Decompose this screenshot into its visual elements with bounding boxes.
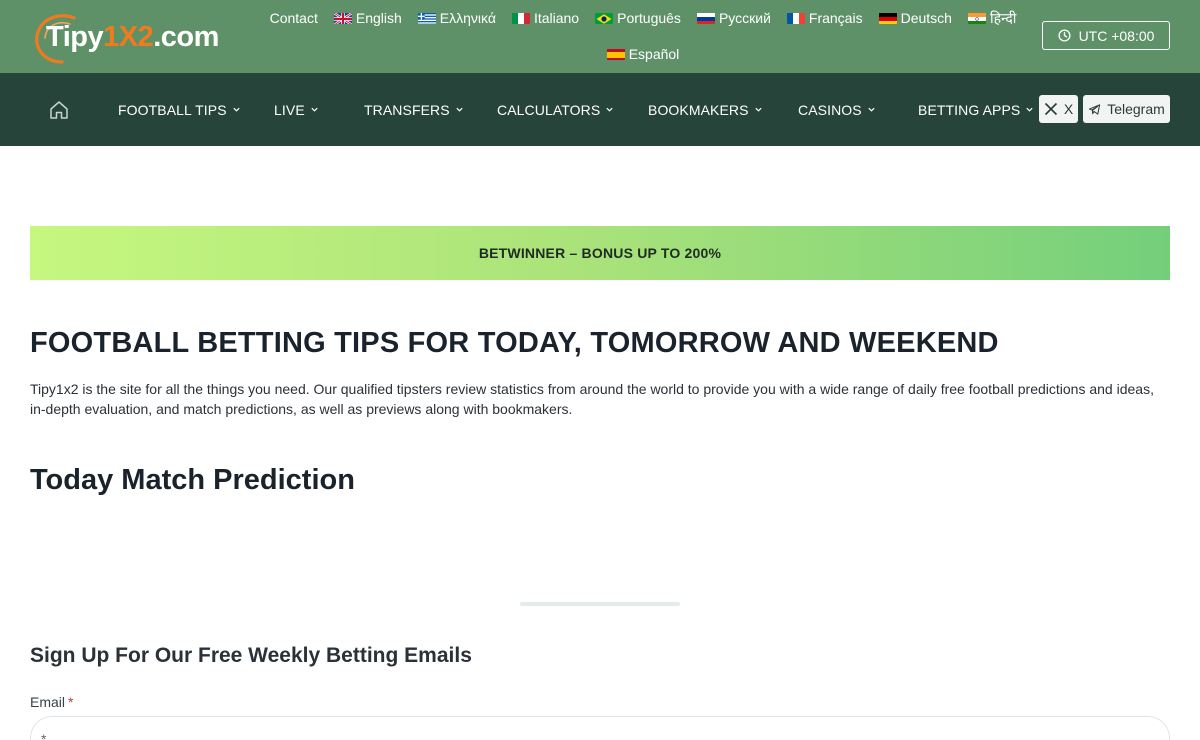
page-title: FOOTBALL BETTING TIPS FOR TODAY, TOMORRO… <box>30 327 999 359</box>
chevron-down-icon <box>606 107 613 112</box>
logo-text-1x2: 1X2 <box>103 21 154 53</box>
language-row-2: Español <box>258 44 1028 64</box>
spain-flag-icon <box>606 48 625 60</box>
nav-betting-apps[interactable]: BETTING APPS <box>918 73 1034 146</box>
chevron-down-icon <box>868 107 875 112</box>
chevron-down-icon <box>311 107 318 112</box>
timezone-label: UTC +08:00 <box>1078 27 1155 44</box>
nav-bookmakers-label: BOOKMAKERS <box>648 101 749 118</box>
nav-football-tips-label: FOOTBALL TIPS <box>118 101 227 118</box>
telegram-icon <box>1089 103 1101 115</box>
lang-italian-label: Italiano <box>533 10 580 26</box>
top-bar: Tipy1X2.com Contact English Ελληνικά Ita… <box>0 0 1200 73</box>
lang-german-label: Deutsch <box>900 10 952 26</box>
germany-flag-icon <box>878 12 897 24</box>
timezone-button[interactable]: UTC +08:00 <box>1042 21 1170 50</box>
today-prediction-heading: Today Match Prediction <box>30 464 355 496</box>
lang-portuguese-label: Português <box>617 10 681 26</box>
nav-casinos-label: CASINOS <box>798 101 862 118</box>
lang-spanish[interactable]: Español <box>606 46 680 62</box>
lang-french[interactable]: Français <box>786 10 863 26</box>
nav-transfers-label: TRANSFERS <box>364 101 450 118</box>
signup-heading: Sign Up For Our Free Weekly Betting Emai… <box>30 644 472 667</box>
email-label-text: Email <box>30 694 66 710</box>
home-icon[interactable] <box>48 99 70 121</box>
france-flag-icon <box>786 12 805 24</box>
chevron-down-icon <box>456 107 463 112</box>
lang-greek[interactable]: Ελληνικά <box>417 10 496 26</box>
x-social-button[interactable]: X <box>1039 95 1078 123</box>
lang-portuguese[interactable]: Português <box>595 10 681 26</box>
india-flag-icon <box>967 12 986 24</box>
lang-italian[interactable]: Italiano <box>511 10 580 26</box>
brazil-flag-icon <box>595 12 614 24</box>
intro-paragraph: Tipy1x2 is the site for all the things y… <box>30 381 1154 417</box>
nav-transfers[interactable]: TRANSFERS <box>364 73 464 146</box>
lang-greek-label: Ελληνικά <box>439 10 496 26</box>
logo-text-tipy: Tipy <box>46 21 104 53</box>
email-input[interactable] <box>30 716 1170 740</box>
site-logo[interactable]: Tipy1X2.com <box>30 10 240 66</box>
lang-hindi[interactable]: हिन्दी <box>967 9 1017 28</box>
contact-link[interactable]: Contact <box>270 10 318 26</box>
x-social-label: X <box>1063 101 1074 117</box>
nav-football-tips[interactable]: FOOTBALL TIPS <box>118 73 241 146</box>
chevron-down-icon <box>754 107 762 112</box>
email-field-label: Email * <box>30 694 73 710</box>
lang-hindi-label: हिन्दी <box>989 9 1017 26</box>
logo-text-com: .com <box>153 21 219 53</box>
lang-english[interactable]: English <box>333 10 402 26</box>
nav-casinos[interactable]: CASINOS <box>798 73 876 146</box>
italy-flag-icon <box>511 12 530 24</box>
required-asterisk: * <box>68 694 74 710</box>
nav-betting-apps-label: BETTING APPS <box>918 101 1021 118</box>
loading-placeholder-bar <box>520 602 680 606</box>
russia-flag-icon <box>696 12 715 24</box>
nav-live-label: LIVE <box>274 101 305 118</box>
nav-calculators[interactable]: CALCULATORS <box>497 73 614 146</box>
lang-french-label: Français <box>808 10 863 26</box>
nav-bookmakers[interactable]: BOOKMAKERS <box>648 73 763 146</box>
chevron-down-icon <box>233 107 240 112</box>
lang-spanish-label: Español <box>628 46 680 62</box>
x-logo-icon <box>1044 102 1057 116</box>
logo-wordmark: Tipy1X2.com <box>46 21 219 54</box>
greece-flag-icon <box>417 12 436 24</box>
nav-calculators-label: CALCULATORS <box>497 101 601 118</box>
lang-german[interactable]: Deutsch <box>878 10 952 26</box>
telegram-social-button[interactable]: Telegram <box>1083 95 1170 123</box>
main-nav: FOOTBALL TIPS LIVE TRANSFERS CALCULATORS… <box>0 73 1200 146</box>
promo-banner-text: BETWINNER – BONUS UP TO 200% <box>478 245 722 261</box>
lang-russian-label: Русский <box>718 10 771 26</box>
nav-live[interactable]: LIVE <box>274 73 319 146</box>
chevron-down-icon <box>1026 107 1033 112</box>
promo-banner[interactable]: BETWINNER – BONUS UP TO 200% <box>30 226 1170 280</box>
lang-english-label: English <box>355 10 402 26</box>
lang-russian[interactable]: Русский <box>696 10 771 26</box>
telegram-social-label: Telegram <box>1107 101 1165 117</box>
uk-flag-icon <box>333 12 352 24</box>
language-row-1: Contact English Ελληνικά Italiano Portug… <box>258 8 1028 28</box>
language-switcher: Contact English Ελληνικά Italiano Portug… <box>258 8 1028 64</box>
clock-icon <box>1058 29 1071 42</box>
